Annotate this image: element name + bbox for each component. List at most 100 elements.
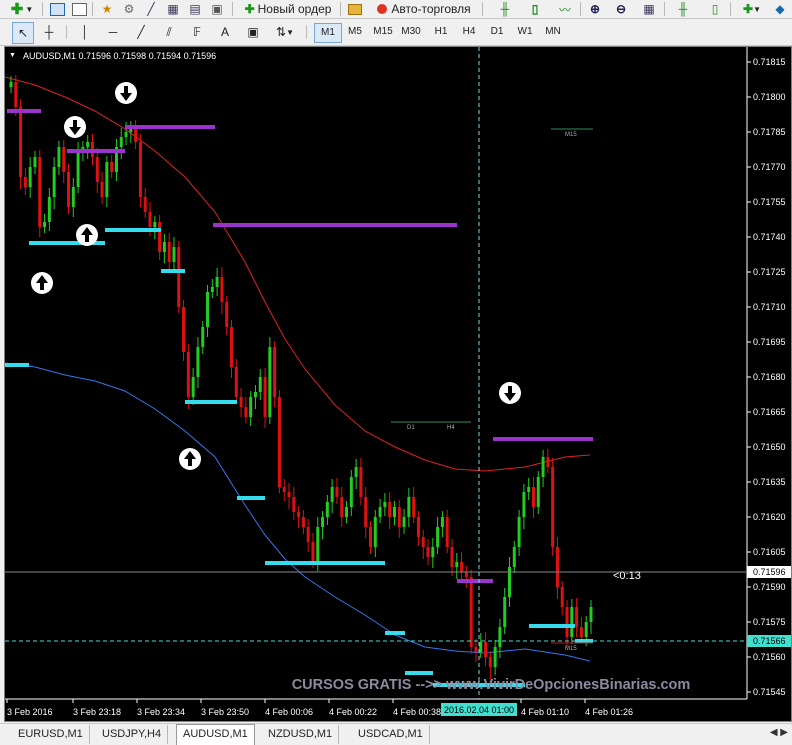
cursor-icon: ↖ <box>17 26 29 40</box>
timeframe-d1[interactable]: D1 <box>484 23 510 41</box>
candle-body <box>498 627 502 647</box>
price-chart[interactable]: 0.71815 0.71800 0.71785 0.71770 0.71755 0.717… <box>5 47 791 721</box>
new-order-button[interactable]: ✚ Новый ордер <box>236 0 340 18</box>
timeframe-m30[interactable]: M30 <box>398 23 424 41</box>
trendline-button[interactable]: ╱ <box>130 23 152 41</box>
chart-tab[interactable]: AUDUSD,M1 <box>176 724 255 745</box>
text-label-button[interactable]: ▣ <box>242 23 264 41</box>
zoom-out-button[interactable]: ⊖ <box>610 0 632 18</box>
candle-body <box>249 397 253 417</box>
new-chart-button[interactable]: ✚ ▼ <box>4 0 40 18</box>
templates-button[interactable]: ▯ <box>704 0 726 18</box>
gear-icon: ⚙ <box>123 2 135 16</box>
candle-body <box>220 277 224 302</box>
text-label-icon: ▣ <box>247 25 259 39</box>
cursor-tool-button[interactable]: ↖ <box>12 22 34 44</box>
candle-body <box>335 487 339 497</box>
timeframe-mn[interactable]: MN <box>540 23 566 41</box>
candle-body <box>484 642 488 657</box>
experts-button[interactable]: ◆ <box>770 0 790 18</box>
meta-editor-button[interactable] <box>344 0 366 18</box>
candle-body <box>531 487 535 507</box>
candle-body <box>369 527 373 547</box>
candlestick-button[interactable]: ▯ <box>524 0 546 18</box>
table-icon: ▤ <box>189 2 201 16</box>
candle-body <box>38 157 42 227</box>
price-label: 0.71605 <box>753 547 786 557</box>
candle-body <box>52 167 56 197</box>
timeframe-m15[interactable]: M15 <box>370 23 396 41</box>
candle-body <box>28 167 32 187</box>
candle-body <box>589 607 593 622</box>
chart-window[interactable]: 0.71815 0.71800 0.71785 0.71770 0.71755 0.717… <box>4 46 792 722</box>
bar-chart-button[interactable]: ╫ <box>494 0 516 18</box>
tile-windows-button[interactable]: ▦ <box>638 0 660 18</box>
price-label: 0.71665 <box>753 407 786 417</box>
chart-menu-arrow-icon[interactable]: ▼ <box>9 52 16 59</box>
candle-body <box>76 152 80 187</box>
fibonacci-button[interactable]: 𝔽 <box>186 23 208 41</box>
history-button[interactable]: ▤ <box>184 0 206 18</box>
price-label: 0.71575 <box>753 617 786 627</box>
crosshair-tool-button[interactable]: ┼ <box>38 23 60 41</box>
plus-icon: ✚ <box>743 2 754 16</box>
chart-tab[interactable]: EURUSD,M1 <box>12 725 90 744</box>
print-button[interactable]: ▣ <box>206 0 228 18</box>
candle-body <box>584 622 588 637</box>
horizontal-line-button[interactable]: ─ <box>102 23 124 41</box>
scroll-left-icon[interactable]: ◀ <box>770 727 778 738</box>
auto-trading-button[interactable]: Авто-торговля <box>368 0 480 18</box>
candle-body <box>397 507 401 527</box>
chart-tab[interactable]: NZDUSD,M1 <box>262 725 340 744</box>
candle-body <box>158 222 162 252</box>
price-label: 0.71815 <box>753 57 786 67</box>
data-window-button[interactable]: ▦ <box>162 0 184 18</box>
profiles-button[interactable] <box>46 0 68 18</box>
candle-body <box>383 502 387 507</box>
market-watch-button[interactable] <box>68 0 90 18</box>
time-label: 3 Feb 23:34 <box>137 707 185 717</box>
m15-label: M15 <box>565 132 577 138</box>
timeframe-m5[interactable]: M5 <box>342 23 368 41</box>
equidistant-channel-button[interactable]: ⫽ <box>158 23 180 41</box>
indicators-button[interactable]: ✚ ▼ <box>736 0 768 18</box>
arrows-tool-button[interactable]: ⇅ ▼ <box>270 23 300 41</box>
candle-body <box>105 162 109 197</box>
time-label: 3 Feb 2016 <box>7 707 53 717</box>
candle-body <box>464 572 468 577</box>
candle-body <box>321 517 325 527</box>
timeframe-m1[interactable]: M1 <box>314 23 342 43</box>
candle-body <box>555 547 559 587</box>
zoom-in-icon: ⊕ <box>589 2 601 16</box>
indicator-icon: ╫ <box>678 2 688 16</box>
plus-icon: ✚ <box>10 1 24 18</box>
dropdown-arrow-icon: ▼ <box>25 4 34 14</box>
line-chart-button[interactable]: 〰 <box>554 0 576 18</box>
timeframe-h1[interactable]: H1 <box>428 23 454 41</box>
m15-bottom-label: M15 <box>565 646 577 652</box>
candle-body <box>579 627 583 637</box>
periods-button[interactable]: ╫ <box>672 0 694 18</box>
candle-body <box>541 457 545 477</box>
terminal-button[interactable]: ⚙ <box>118 0 140 18</box>
time-label: 3 Feb 23:18 <box>73 707 121 717</box>
dropdown-arrow-icon: ▼ <box>753 4 761 14</box>
timeframe-h4[interactable]: H4 <box>456 23 482 41</box>
vertical-line-button[interactable]: │ <box>74 23 96 41</box>
text-tool-button[interactable]: A <box>214 23 236 41</box>
chart-tab[interactable]: USDCAD,M1 <box>352 725 430 744</box>
scroll-right-icon[interactable]: ▶ <box>780 727 788 738</box>
zoom-in-button[interactable]: ⊕ <box>584 0 606 18</box>
navigator-button[interactable]: ★ <box>96 0 118 18</box>
printer-icon: ▣ <box>211 2 223 16</box>
chart-tab[interactable]: USDJPY,H4 <box>96 725 169 744</box>
candle-body <box>330 487 334 502</box>
timeframe-w1[interactable]: W1 <box>512 23 538 41</box>
candle-body <box>469 577 473 647</box>
candle-body <box>191 377 195 397</box>
candle-body <box>134 127 138 142</box>
drawing-toolbar: ↖ ┼ │ ─ ╱ ⫽ 𝔽 A ▣ ⇅ ▼ M1 M5 M15 M30 H1 H4 D1 W1 M… <box>0 19 792 46</box>
candle-body <box>503 597 507 627</box>
tester-button[interactable]: ╱ <box>140 0 162 18</box>
tab-scroll[interactable]: ◀ ▶ <box>770 727 788 738</box>
